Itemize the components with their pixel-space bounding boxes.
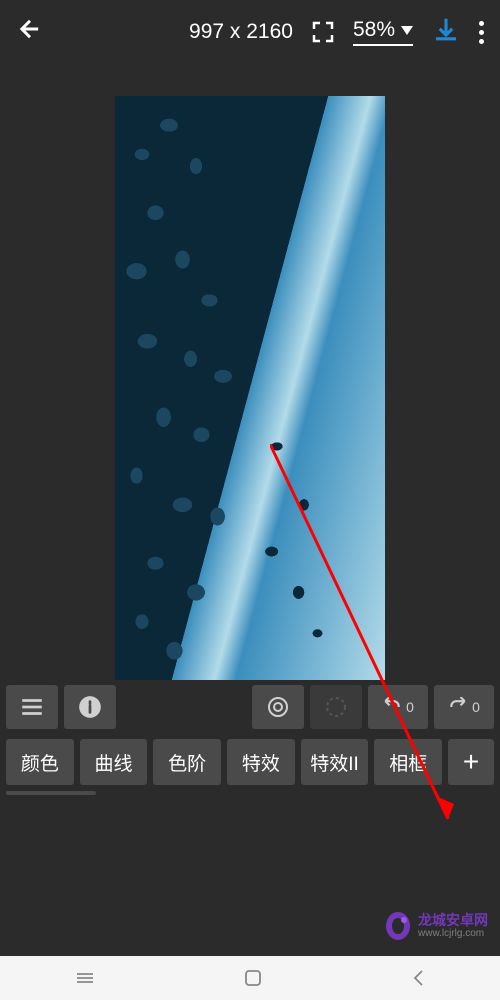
chevron-down-icon <box>401 26 413 35</box>
nav-home[interactable] <box>244 969 262 987</box>
download-button[interactable] <box>431 15 461 50</box>
info-button[interactable] <box>64 685 116 729</box>
fullscreen-icon[interactable] <box>311 20 335 44</box>
layers-button[interactable] <box>310 685 362 729</box>
target-button[interactable] <box>252 685 304 729</box>
add-tool-button[interactable]: + <box>448 739 494 785</box>
tool-curves[interactable]: 曲线 <box>80 739 148 785</box>
watermark-logo-icon <box>382 910 414 942</box>
tool-levels[interactable]: 色阶 <box>153 739 221 785</box>
tool-row: 颜色 曲线 色阶 特效 特效II 相框 + <box>0 733 500 785</box>
scroll-indicator <box>6 791 96 795</box>
zoom-value: 58% <box>353 18 395 42</box>
top-bar: 997 x 2160 58% <box>0 0 500 64</box>
system-nav-bar <box>0 956 500 1000</box>
back-button[interactable] <box>16 15 44 50</box>
tool-color[interactable]: 颜色 <box>6 739 74 785</box>
menu-button[interactable] <box>6 685 58 729</box>
redo-count: 0 <box>472 699 480 715</box>
canvas-area <box>0 64 500 681</box>
watermark-name: 龙城安卓网 <box>418 913 488 928</box>
watermark: 龙城安卓网 www.lcjrlg.com <box>382 910 488 942</box>
action-icon-row: 0 0 <box>0 681 500 733</box>
nav-recent[interactable] <box>75 968 95 988</box>
image-preview[interactable] <box>115 96 385 680</box>
nav-back[interactable] <box>411 969 425 987</box>
image-dimensions: 997 x 2160 <box>189 20 293 44</box>
zoom-dropdown[interactable]: 58% <box>353 18 413 46</box>
tool-effects[interactable]: 特效 <box>227 739 295 785</box>
redo-button[interactable]: 0 <box>434 685 494 729</box>
tool-frame[interactable]: 相框 <box>374 739 442 785</box>
tool-effects2[interactable]: 特效II <box>301 739 369 785</box>
more-menu-button[interactable] <box>479 21 484 44</box>
watermark-url: www.lcjrlg.com <box>418 928 488 939</box>
undo-count: 0 <box>406 699 414 715</box>
undo-button[interactable]: 0 <box>368 685 428 729</box>
